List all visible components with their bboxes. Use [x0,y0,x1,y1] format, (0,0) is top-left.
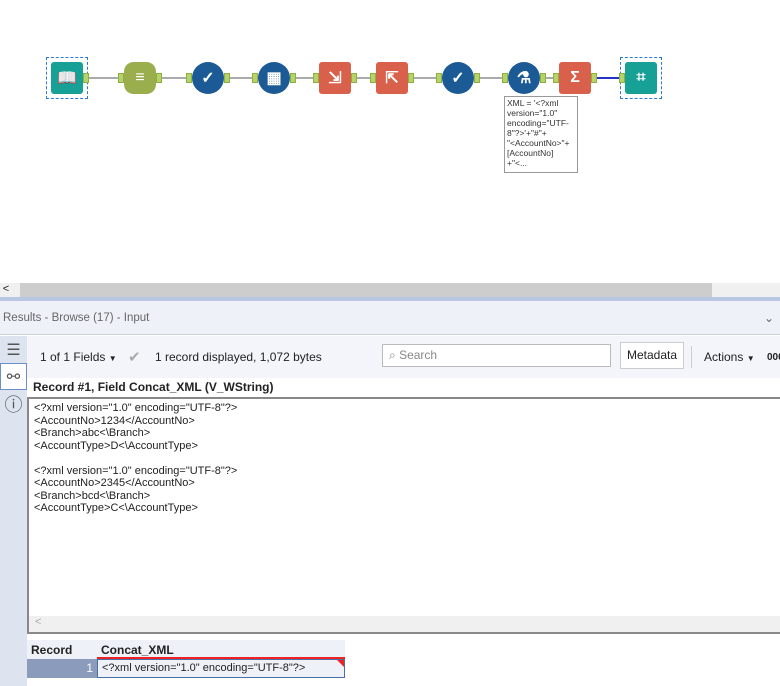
column-header-concat-xml[interactable]: Concat_XML [97,640,345,659]
output-anchor[interactable] [474,73,480,83]
input-data-tool-icon[interactable]: 📖 [51,62,83,94]
results-title: Results - Browse (17) - Input [3,311,150,324]
cross-tab-tool-icon[interactable]: ⇱ [376,62,408,94]
actions-dropdown[interactable]: Actions ▼ [704,350,755,364]
summarize-tool-icon[interactable]: Σ [559,62,591,94]
canvas-horizontal-scrollbar[interactable]: < [0,283,780,297]
scrollbar-thumb[interactable] [20,283,712,297]
results-header: Results - Browse (17) - Input ⌄ [0,301,780,335]
output-anchor[interactable] [408,73,414,83]
output-anchor[interactable] [156,73,162,83]
help-icon[interactable]: ⓘ [0,390,27,417]
formula-check-tool-icon[interactable]: ✓ [192,62,224,94]
connection[interactable] [85,77,122,79]
search-input[interactable]: ⌕ Search [382,344,611,367]
formula-check-2-tool-icon[interactable]: ✓ [442,62,474,94]
record-status: 1 record displayed, 1,072 bytes [155,350,322,364]
search-placeholder: Search [399,348,438,362]
text-horizontal-scrollbar[interactable]: < [29,616,780,632]
check-icon: ✔ [128,349,141,366]
binoculars-icon[interactable]: ⚯ [0,363,27,390]
data-cleansing-tool-icon[interactable]: ▦ [258,62,290,94]
column-header-record[interactable]: Record [27,640,97,659]
more-button[interactable]: 000 [767,352,780,363]
record-header: Record #1, Field Concat_XML (V_WString) [27,378,780,397]
grid-cell[interactable]: <?xml version="1.0" encoding="UTF-8"?> [97,659,345,678]
fields-label: 1 of 1 Fields [40,350,106,364]
chevron-down-icon[interactable]: ⌄ [764,311,774,325]
select-records-tool-icon[interactable]: ≡ [124,62,156,94]
fields-dropdown[interactable]: 1 of 1 Fields ▼ [40,350,117,364]
browse-tool-icon[interactable]: ⌗ [625,62,657,94]
results-sidebar: ☰ ⚯ ⓘ [0,336,27,686]
results-toolbar: 1 of 1 Fields ▼ ✔ 1 record displayed, 1,… [27,336,780,378]
formula-annotation: XML = '<?xml version="1.0" encoding="UTF… [504,96,578,173]
formula-tool-icon[interactable]: ⚗ [508,62,540,94]
actions-label: Actions [704,350,744,364]
output-anchor[interactable] [83,73,89,83]
output-anchor[interactable] [351,73,357,83]
output-anchor[interactable] [224,73,230,83]
divider [691,346,692,368]
record-number[interactable]: 1 [27,659,97,678]
metadata-button[interactable]: Metadata [620,342,685,369]
output-anchor[interactable] [591,73,597,83]
output-anchor[interactable] [540,73,546,83]
table-view-icon[interactable]: ☰ [0,336,27,363]
cell-value-text[interactable]: <?xml version="1.0" encoding="UTF-8"?> <… [27,397,780,634]
transpose-tool-icon[interactable]: ⇲ [319,62,351,94]
scroll-left-icon[interactable]: < [0,283,12,295]
output-anchor[interactable] [290,73,296,83]
workflow-canvas[interactable]: XML = '<?xml version="1.0" encoding="UTF… [0,0,780,283]
cell-truncated-marker [337,660,344,667]
